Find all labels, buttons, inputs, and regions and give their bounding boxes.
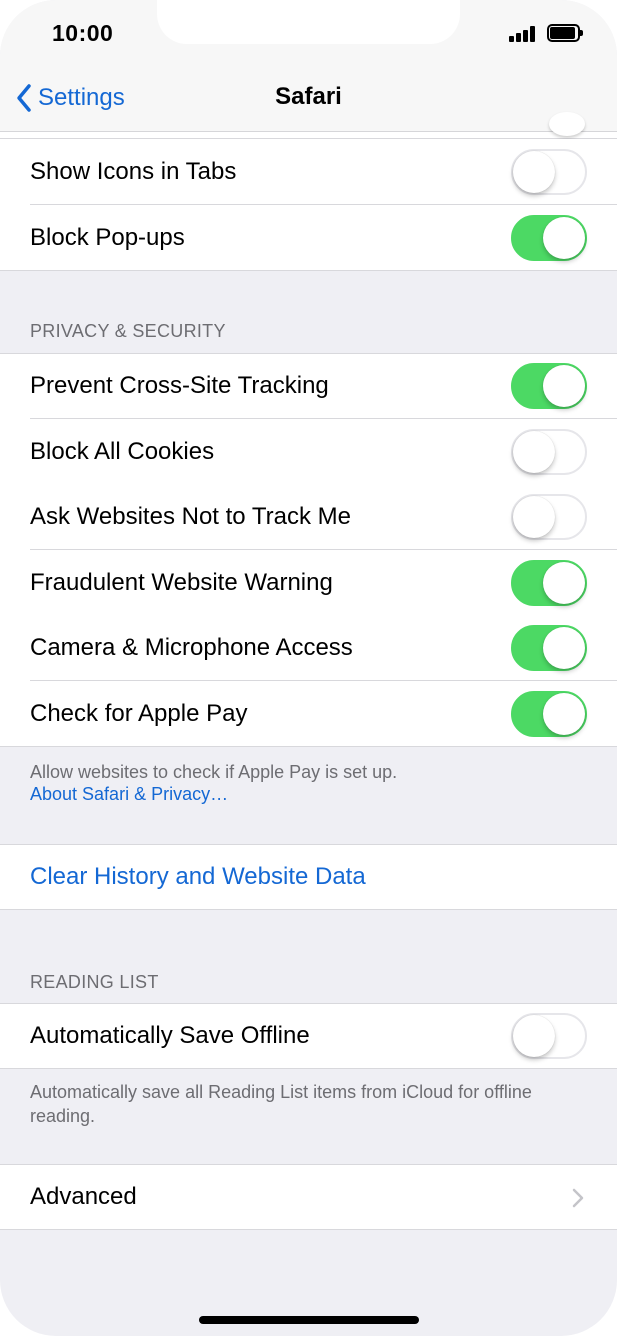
row-fraudulent-website-warning[interactable]: Fraudulent Website Warning (0, 550, 617, 616)
row-label: Block All Cookies (30, 438, 215, 465)
privacy-footer-text: Allow websites to check if Apple Pay is … (30, 762, 398, 782)
status-bar: 10:00 (0, 0, 617, 66)
chevron-right-icon (572, 1188, 584, 1208)
notch (157, 0, 460, 44)
row-check-for-apple-pay[interactable]: Check for Apple Pay (0, 681, 617, 747)
row-separator (0, 909, 617, 910)
row-block-all-cookies[interactable]: Block All Cookies (0, 419, 617, 485)
row-separator (0, 1229, 617, 1230)
row-block-popups[interactable]: Block Pop-ups (0, 205, 617, 271)
row-label: Show Icons in Tabs (30, 158, 237, 185)
row-separator (0, 1068, 617, 1069)
toggle-knob (513, 151, 555, 193)
row-label: Check for Apple Pay (30, 700, 248, 727)
row-advanced[interactable]: Advanced (0, 1164, 617, 1230)
check-for-apple-pay-toggle[interactable] (511, 691, 587, 737)
navigation-bar: Settings Safari (0, 66, 617, 132)
row-separator (0, 746, 617, 747)
page-title: Safari (275, 83, 342, 110)
block-popups-toggle[interactable] (511, 215, 587, 261)
row-label: Ask Websites Not to Track Me (30, 503, 351, 530)
row-prevent-cross-site-tracking[interactable]: Prevent Cross-Site Tracking (0, 353, 617, 419)
toggle-knob (543, 562, 585, 604)
row-label: Camera & Microphone Access (30, 634, 353, 661)
row-label: Automatically Save Offline (30, 1022, 310, 1049)
partial-row (0, 112, 617, 139)
toggle-knob (513, 431, 555, 473)
toggle-knob (543, 693, 585, 735)
fraudulent-website-warning-toggle[interactable] (511, 560, 587, 606)
toggle-knob (543, 365, 585, 407)
row-label: Block Pop-ups (30, 224, 185, 251)
clear-history-label: Clear History and Website Data (30, 863, 366, 890)
reading-list-section-header: READING LIST (30, 972, 159, 992)
toggle-knob (543, 627, 585, 669)
row-label: Advanced (30, 1183, 137, 1210)
row-separator (0, 270, 617, 271)
toggle-knob (513, 496, 555, 538)
toggle-knob (513, 1015, 555, 1057)
safari-settings-screen: 10:00 Settings Safari Show Icons in Tabs… (0, 0, 617, 1336)
camera-microphone-access-toggle[interactable] (511, 625, 587, 671)
row-ask-websites-not-to-track[interactable]: Ask Websites Not to Track Me (0, 484, 617, 550)
show-icons-in-tabs-toggle[interactable] (511, 149, 587, 195)
row-camera-microphone-access[interactable]: Camera & Microphone Access (0, 615, 617, 681)
about-safari-privacy-link[interactable]: About Safari & Privacy… (30, 784, 228, 805)
toggle-knob (543, 217, 585, 259)
home-indicator[interactable] (199, 1316, 419, 1324)
block-all-cookies-toggle[interactable] (511, 429, 587, 475)
ask-websites-not-to-track-toggle[interactable] (511, 494, 587, 540)
clear-history-button[interactable]: Clear History and Website Data (0, 844, 617, 910)
cellular-signal-icon (509, 26, 537, 42)
partial-toggle-knob (549, 112, 585, 136)
status-time: 10:00 (52, 20, 114, 46)
reading-list-footer-text: Automatically save all Reading List item… (30, 1082, 532, 1126)
privacy-section-header: PRIVACY & SECURITY (30, 321, 226, 341)
prevent-cross-site-tracking-toggle[interactable] (511, 363, 587, 409)
row-label: Fraudulent Website Warning (30, 569, 333, 596)
automatically-save-offline-toggle[interactable] (511, 1013, 587, 1059)
battery-icon (547, 24, 583, 42)
row-label: Prevent Cross-Site Tracking (30, 372, 329, 399)
row-automatically-save-offline[interactable]: Automatically Save Offline (0, 1003, 617, 1069)
row-show-icons-in-tabs[interactable]: Show Icons in Tabs (0, 139, 617, 205)
